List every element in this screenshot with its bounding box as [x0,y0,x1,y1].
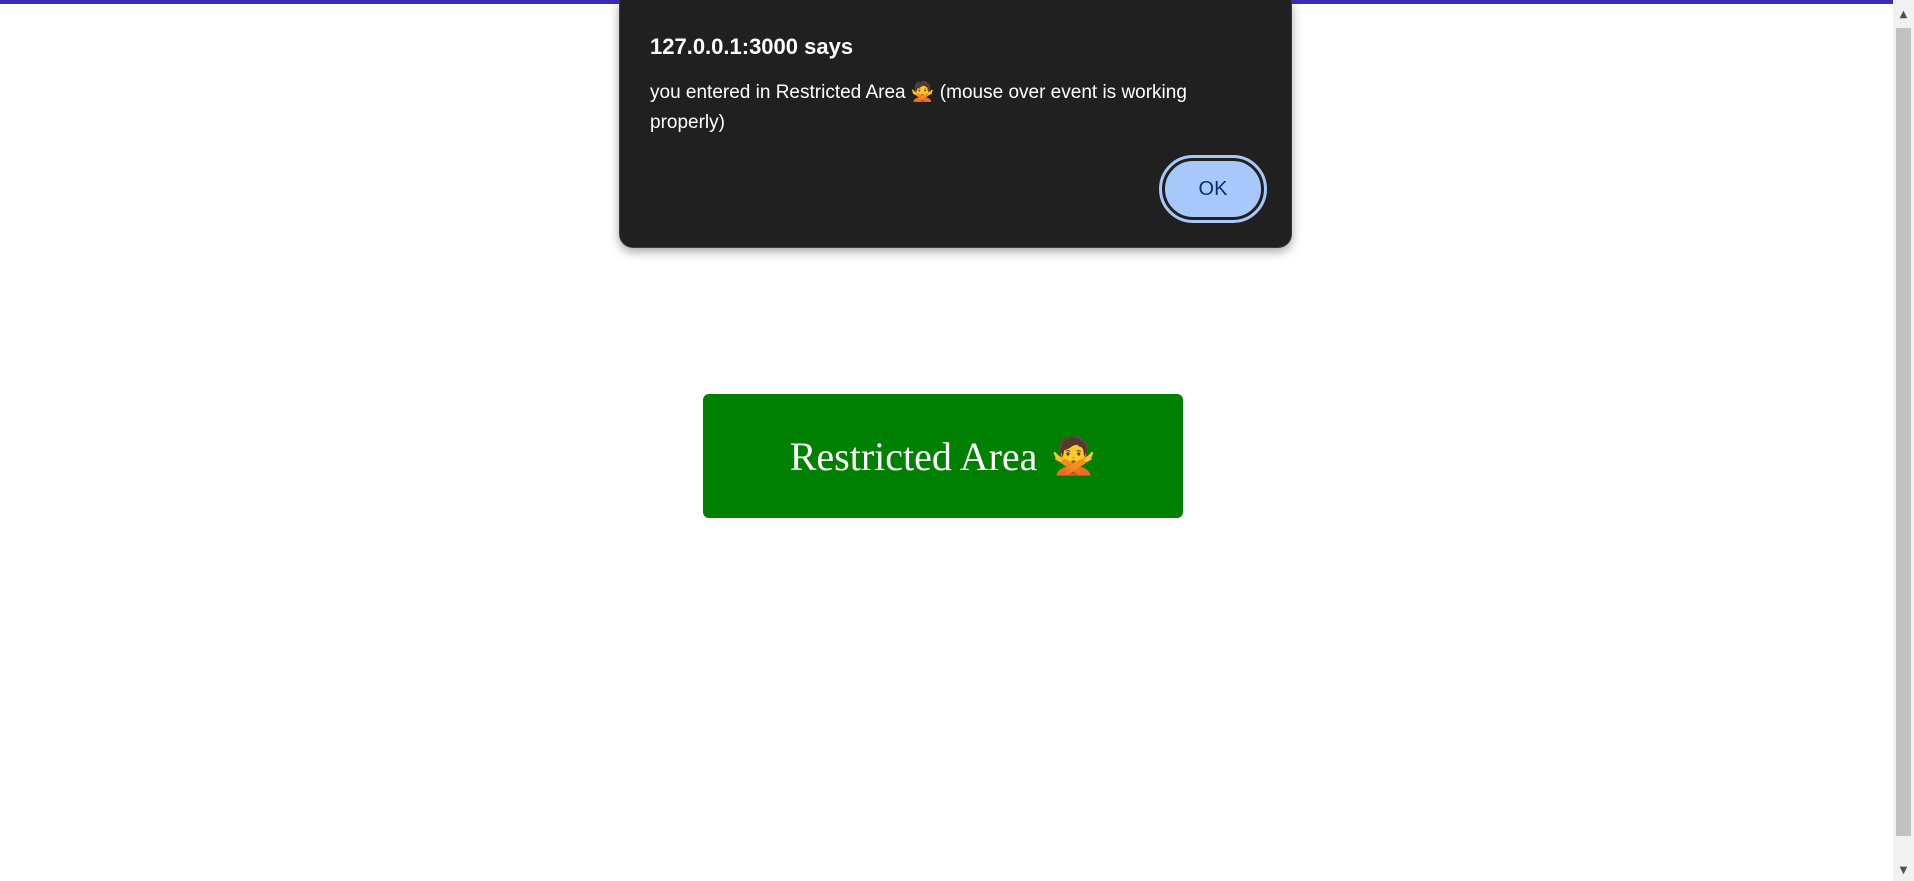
scroll-thumb[interactable] [1896,28,1911,836]
restricted-area-button[interactable]: Restricted Area 🙅 [703,394,1183,518]
vertical-scrollbar[interactable]: ▲ ▼ [1893,0,1914,881]
scroll-up-arrow-icon[interactable]: ▲ [1893,6,1914,23]
no-gesture-icon: 🙅 [1051,436,1097,477]
dialog-message: you entered in Restricted Area 🙅 (mouse … [650,82,1187,133]
alert-dialog: 127.0.0.1:3000 says you entered in Restr… [619,0,1292,248]
restricted-area-label: Restricted Area [789,433,1038,479]
scroll-down-arrow-icon[interactable]: ▼ [1893,862,1914,879]
ok-button[interactable]: OK [1159,155,1267,223]
dialog-title: 127.0.0.1:3000 says [650,34,854,59]
